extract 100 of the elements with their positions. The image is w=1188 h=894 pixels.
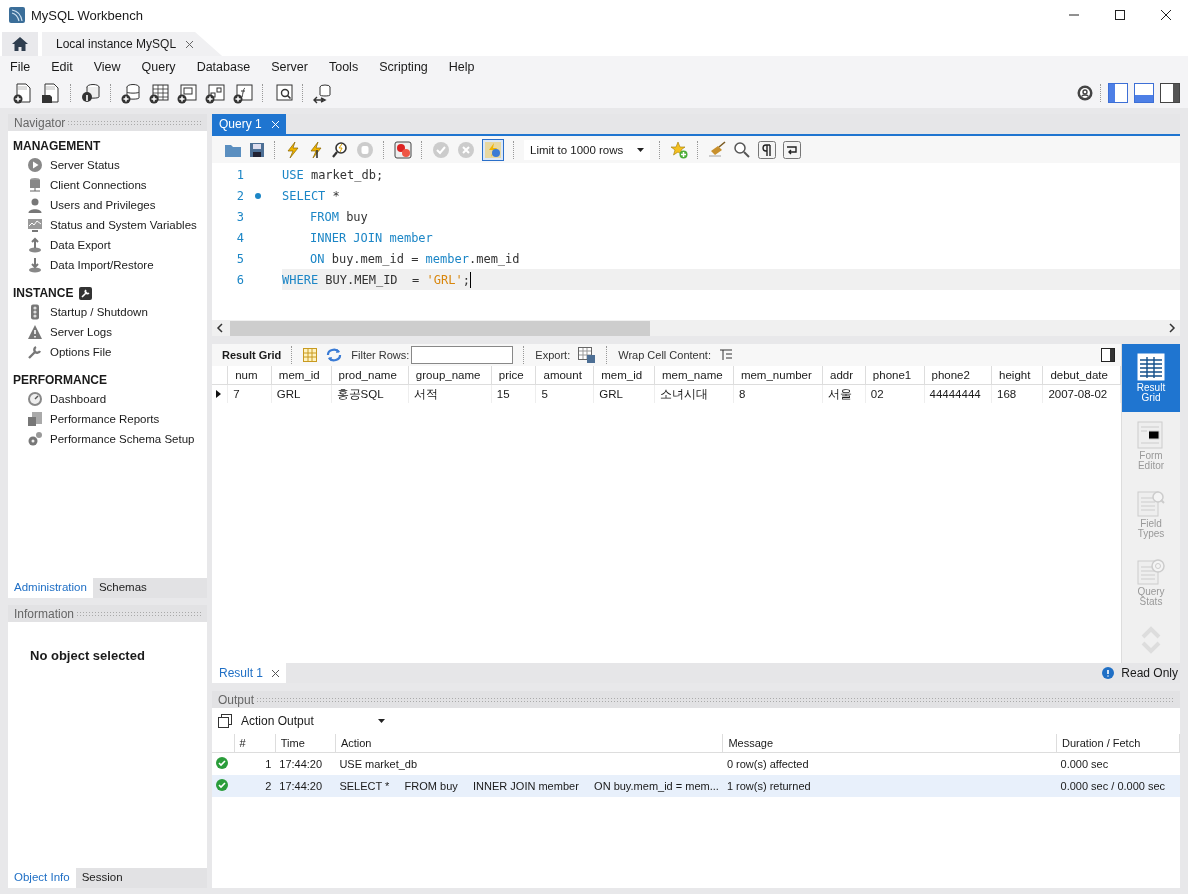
wrap-icon[interactable]: [783, 140, 801, 159]
lightning-icon[interactable]: [285, 140, 301, 159]
menu-item[interactable]: Scripting: [377, 60, 436, 74]
sql-editor[interactable]: 1 USE market_db; 2 SELECT * 3 FROM buy 4 INNER JOIN member 5 ON buy.mem_id = member.mem_id 6 WHERE BUY.MEM_ID = 'GRL';: [212, 163, 1180, 320]
lightning-cursor-icon[interactable]: [308, 140, 324, 159]
menu-item[interactable]: Server: [269, 60, 316, 74]
filter-field[interactable]: [411, 346, 514, 364]
column-header[interactable]: Duration / Fetch: [1056, 734, 1180, 753]
navigator-item[interactable]: Users and Privileges: [13, 195, 207, 215]
column-header[interactable]: mem_id: [593, 366, 655, 385]
table-cell: 02: [865, 384, 924, 403]
info-tab[interactable]: Object Info: [8, 868, 76, 888]
scroll-left-icon[interactable]: [216, 323, 224, 333]
pilcrow-icon[interactable]: [758, 140, 776, 159]
line-number: 6: [235, 272, 244, 287]
navigator-item[interactable]: Status and System Variables: [13, 215, 207, 235]
check-icon[interactable]: [432, 140, 450, 159]
sidebar-tab[interactable]: Administration: [8, 578, 93, 598]
menu-item[interactable]: Edit: [49, 60, 81, 74]
column-header[interactable]: mem_number: [733, 366, 823, 385]
menu-item[interactable]: View: [91, 60, 129, 74]
result-tab[interactable]: Result 1: [212, 663, 287, 683]
table-cell: USE market_db: [335, 752, 723, 775]
navigator-item[interactable]: Startup / Shutdown: [13, 302, 207, 322]
column-header[interactable]: debut_date: [1042, 366, 1121, 385]
table-cell: 17:44:20: [275, 752, 336, 775]
close-icon[interactable]: [271, 668, 281, 678]
database-info-icon[interactable]: [80, 82, 102, 104]
column-header[interactable]: mem_name: [654, 366, 734, 385]
maximize-icon[interactable]: [1114, 9, 1126, 21]
info-icon: [1102, 667, 1115, 679]
line-number: 2: [235, 188, 244, 203]
navigator-item[interactable]: Options File: [13, 342, 207, 362]
panel-layout-icon[interactable]: [1134, 83, 1154, 103]
column-header[interactable]: price: [491, 366, 536, 385]
menu-item[interactable]: Tools: [326, 60, 367, 74]
column-header[interactable]: Time: [275, 734, 336, 753]
scroll-right-icon[interactable]: [1168, 323, 1176, 333]
database-arrows-icon[interactable]: [312, 82, 334, 104]
column-header[interactable]: phone2: [924, 366, 992, 385]
table-cell: GRL: [271, 384, 332, 403]
wrap-text-icon[interactable]: [718, 349, 733, 361]
column-header[interactable]: mem_id: [271, 366, 332, 385]
refresh-icon[interactable]: [325, 348, 344, 362]
table-cell: 15: [491, 384, 536, 403]
database-plus-icon[interactable]: [120, 82, 142, 104]
autocommit-toggle[interactable]: [482, 138, 504, 161]
column-header[interactable]: Action: [335, 734, 723, 753]
home-tab[interactable]: [2, 32, 38, 56]
copy-icon[interactable]: [218, 714, 232, 728]
star-plus-icon[interactable]: [670, 140, 688, 159]
column-header[interactable]: Message: [722, 734, 1057, 753]
column-header[interactable]: prod_name: [331, 366, 409, 385]
connection-tab[interactable]: Local instance MySQL: [42, 32, 223, 56]
navigator-item[interactable]: Client Connections: [13, 175, 207, 195]
column-header[interactable]: #: [234, 734, 276, 753]
export-table-icon[interactable]: [578, 347, 597, 363]
column-header[interactable]: addr: [822, 366, 866, 385]
magnifier-icon[interactable]: [331, 140, 349, 159]
menu-item[interactable]: File: [8, 60, 39, 74]
navigator-item[interactable]: Data Import/Restore: [13, 255, 207, 275]
menu-item[interactable]: Help: [446, 60, 483, 74]
result-view-button[interactable]: Result Grid: [1122, 344, 1180, 412]
info-tab[interactable]: Session: [75, 868, 129, 888]
sql-document-folder-icon[interactable]: [40, 82, 62, 104]
table-plus-icon[interactable]: [148, 82, 170, 104]
scrollbar-thumb[interactable]: [230, 320, 650, 336]
column-header[interactable]: height: [991, 366, 1043, 385]
limit-dropdown[interactable]: Limit to 1000 rows: [524, 139, 650, 160]
empty-message: No object selected: [30, 648, 145, 663]
result-grid-label: Result Grid: [222, 349, 282, 361]
close-icon[interactable]: [1160, 9, 1172, 21]
column-header[interactable]: amount: [536, 366, 594, 385]
sql-document-plus-icon[interactable]: [12, 82, 34, 104]
navigator-item[interactable]: Performance Reports: [13, 409, 207, 429]
query-tab[interactable]: Query 1: [212, 114, 286, 134]
menu-item[interactable]: Database: [194, 60, 259, 74]
wrench-icon: [27, 344, 43, 360]
panel-toggle-icon[interactable]: [1101, 348, 1115, 362]
function-plus-icon[interactable]: [232, 82, 254, 104]
column-header[interactable]: phone1: [865, 366, 924, 385]
navigator-item[interactable]: Dashboard: [13, 389, 207, 409]
column-header[interactable]: num: [227, 366, 272, 385]
settings-icon[interactable]: [1076, 84, 1094, 102]
column-header[interactable]: group_name: [408, 366, 492, 385]
save-icon[interactable]: [249, 141, 265, 158]
navigator-item[interactable]: Data Export: [13, 235, 207, 255]
navigator-item[interactable]: Server Logs: [13, 322, 207, 342]
tab-label: Local instance MySQL: [56, 37, 177, 51]
sidebar-layout-icon[interactable]: [1108, 83, 1128, 103]
sidebar-tab[interactable]: Schemas: [92, 578, 153, 598]
navigator-item[interactable]: Server Status: [13, 155, 207, 175]
grid-icon: [1137, 352, 1165, 381]
menu-item[interactable]: Query: [139, 60, 184, 74]
sidebar-layout-icon[interactable]: [1160, 83, 1180, 103]
search-icon[interactable]: [733, 140, 751, 159]
window-plus-icon[interactable]: [176, 82, 198, 104]
diagram-plus-icon[interactable]: [204, 82, 226, 104]
broom-icon[interactable]: [708, 140, 726, 159]
navigator-item[interactable]: Performance Schema Setup: [13, 429, 207, 449]
